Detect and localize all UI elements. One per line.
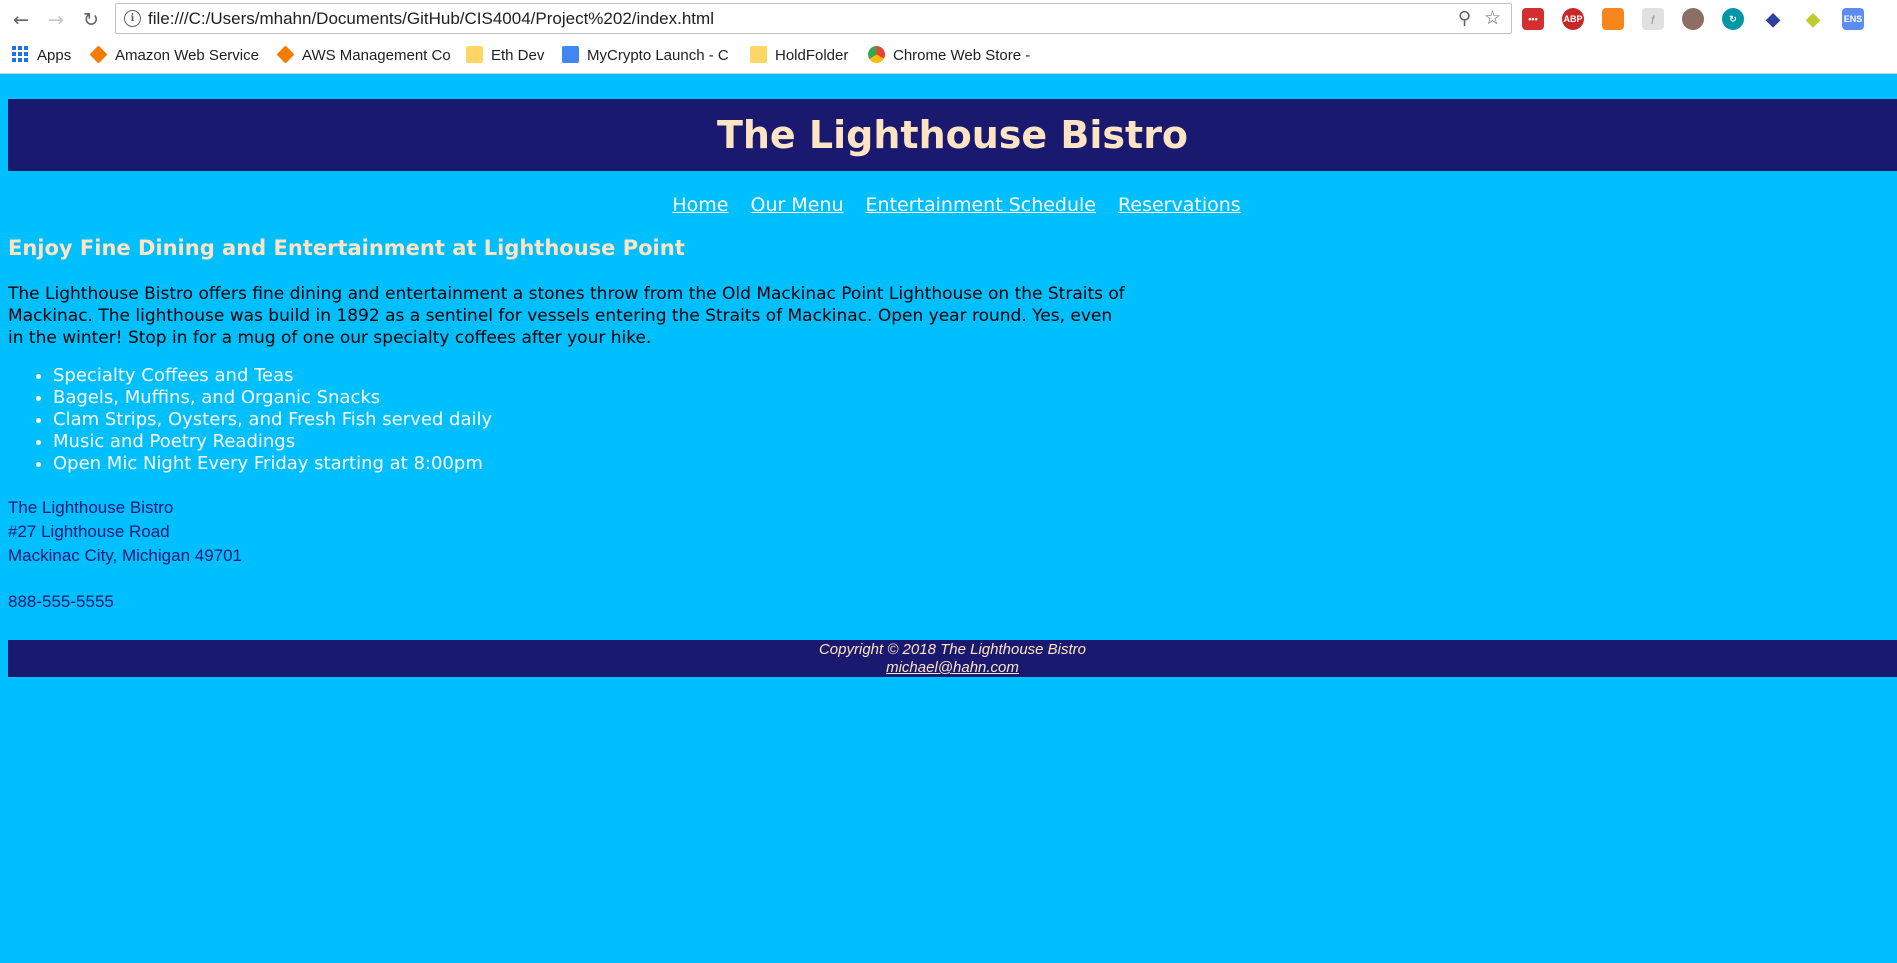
bookmark-aws-management-console[interactable]: AWS Management Co — [276, 45, 451, 67]
bookmark-chrome-web-store[interactable]: Chrome Web Store - — [868, 45, 1030, 67]
bookmark-label: Eth Dev — [491, 47, 545, 64]
footer-email-link[interactable]: michael@hahn.com — [886, 659, 1019, 676]
chrome-store-icon — [868, 46, 885, 63]
script-icon[interactable]: ƒ — [1642, 8, 1664, 30]
adblock-plus-icon[interactable]: ABP — [1562, 8, 1584, 30]
doc-icon — [562, 46, 579, 63]
features-list: Specialty Coffees and Teas Bagels, Muffi… — [8, 365, 492, 475]
list-item: Music and Poetry Readings — [53, 431, 492, 453]
list-item: Bagels, Muffins, and Organic Snacks — [53, 387, 492, 409]
bookmark-label: MyCrypto Launch - C — [587, 47, 729, 64]
folder-icon — [466, 46, 483, 63]
refresh-ext-icon[interactable]: ↻ — [1722, 8, 1744, 30]
nav-link-entertainment-schedule[interactable]: Entertainment Schedule — [866, 194, 1096, 216]
intro-paragraph: The Lighthouse Bistro offers fine dining… — [8, 284, 1125, 348]
apps-grid-icon — [12, 46, 29, 63]
lastpass-icon[interactable]: ••• — [1522, 8, 1544, 30]
phone-number: 888-555-5555 — [8, 592, 114, 611]
bookmark-label: HoldFolder — [775, 47, 849, 64]
address-bar-url[interactable]: file:///C:/Users/mhahn/Documents/GitHub/… — [148, 9, 714, 29]
list-item: Clam Strips, Oysters, and Fresh Fish ser… — [53, 409, 492, 431]
bookmark-holdfolder[interactable]: HoldFolder — [750, 45, 848, 67]
site-title: The Lighthouse Bistro — [716, 113, 1189, 157]
bookmark-apps[interactable]: Apps — [12, 45, 71, 67]
bookmark-label: AWS Management Co — [302, 47, 451, 64]
aws-cube-icon — [276, 45, 295, 64]
list-item: Open Mic Night Every Friday starting at … — [53, 453, 492, 475]
list-item: Specialty Coffees and Teas — [53, 365, 492, 387]
bookmark-mycrypto-launch[interactable]: MyCrypto Launch - C — [562, 45, 729, 67]
web-page: The Lighthouse Bistro Home Our Menu Ente… — [0, 74, 1897, 963]
address-name: The Lighthouse Bistro — [8, 498, 174, 517]
site-footer: Copyright © 2018 The Lighthouse Bistro m… — [8, 640, 1897, 677]
main-nav: Home Our Menu Entertainment Schedule Res… — [0, 194, 1897, 216]
address-street: #27 Lighthouse Road — [8, 522, 170, 541]
bookmark-eth-dev[interactable]: Eth Dev — [466, 45, 544, 67]
bookmark-label: Apps — [37, 47, 72, 64]
address-city: Mackinac City, Michigan 49701 — [8, 546, 243, 565]
ens-icon[interactable]: ENS — [1842, 8, 1864, 30]
copyright-text: Copyright © 2018 The Lighthouse Bistro — [818, 641, 1087, 658]
bookmark-star-icon[interactable]: ☆ — [1484, 7, 1501, 29]
aws-cube-icon — [89, 45, 108, 64]
nav-link-reservations[interactable]: Reservations — [1118, 194, 1241, 216]
nav-link-our-menu[interactable]: Our Menu — [750, 194, 843, 216]
info-icon[interactable]: i — [124, 10, 141, 27]
browser-chrome: ← → ↻ i file:///C:/Users/mhahn/Documents… — [0, 0, 1897, 74]
metamask-fox-icon[interactable] — [1602, 8, 1624, 30]
browser-toolbar: ← → ↻ i file:///C:/Users/mhahn/Documents… — [0, 0, 1897, 40]
folder-icon — [750, 46, 767, 63]
page-heading: Enjoy Fine Dining and Entertainment at L… — [8, 236, 685, 260]
bookmark-label: Amazon Web Service — [115, 47, 259, 64]
zoom-icon[interactable]: ⚲ — [1458, 8, 1471, 29]
reload-icon[interactable]: ↻ — [79, 8, 103, 32]
tezos-icon[interactable]: ◆ — [1802, 8, 1824, 30]
address-bar[interactable]: i file:///C:/Users/mhahn/Documents/GitHu… — [115, 3, 1512, 34]
bookmark-amazon-web-services[interactable]: Amazon Web Service — [89, 45, 259, 67]
bookmarks-bar: Apps Amazon Web Service AWS Management C… — [0, 42, 1897, 70]
ethereum-icon[interactable]: ◆ — [1762, 8, 1784, 30]
forward-arrow-icon[interactable]: → — [44, 8, 68, 32]
contact-address: The Lighthouse Bistro #27 Lighthouse Roa… — [8, 496, 242, 568]
nav-link-home[interactable]: Home — [672, 194, 728, 216]
site-header: The Lighthouse Bistro — [8, 99, 1897, 171]
bookmark-label: Chrome Web Store - — [893, 47, 1031, 64]
back-arrow-icon[interactable]: ← — [9, 8, 33, 32]
owl-icon[interactable] — [1682, 8, 1704, 30]
